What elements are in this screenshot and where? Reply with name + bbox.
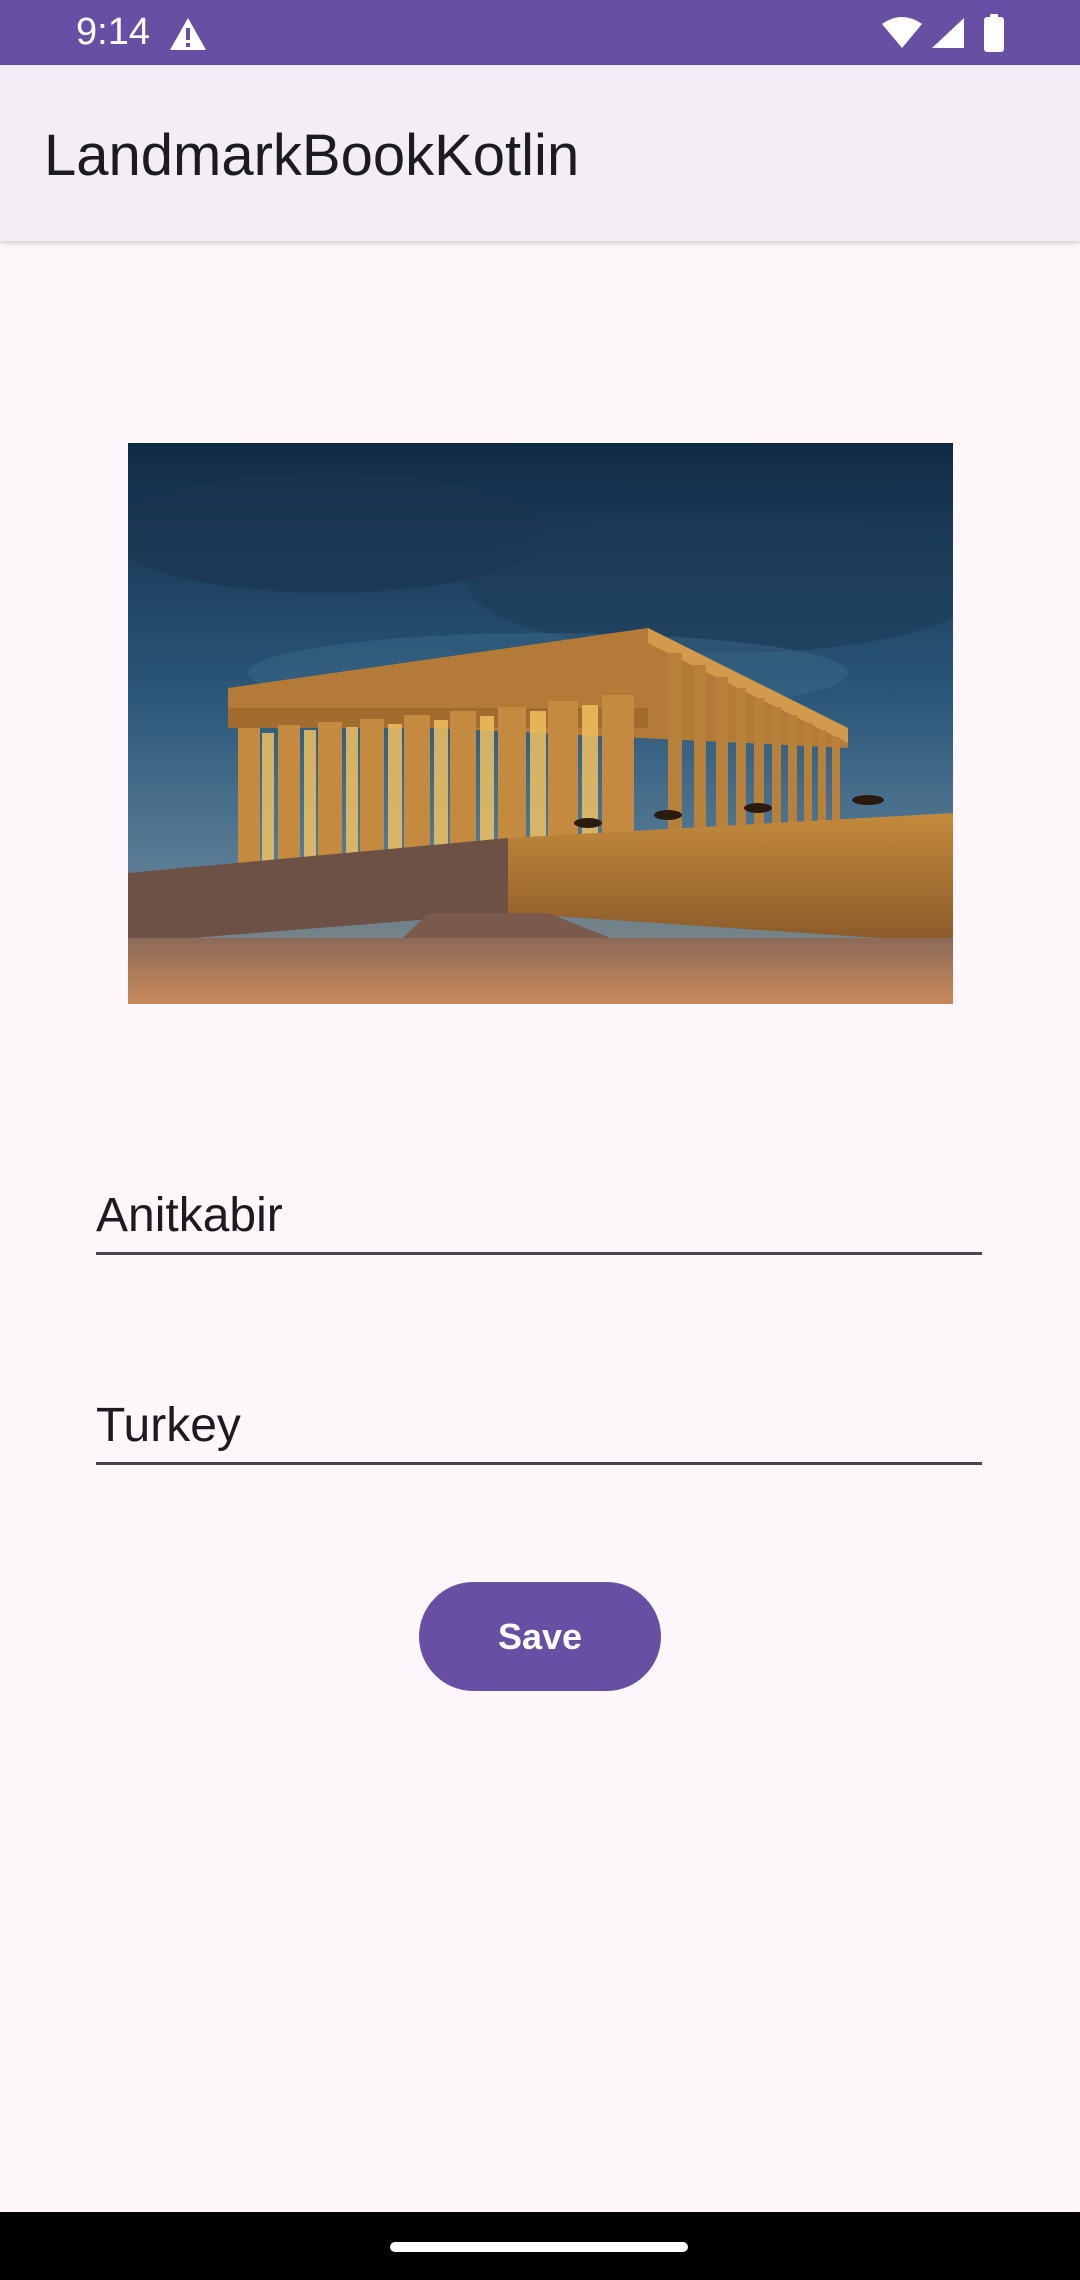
save-button[interactable]: Save: [419, 1582, 661, 1691]
status-bar: 9:14: [0, 0, 1080, 65]
country-field[interactable]: [96, 1390, 982, 1465]
country-input[interactable]: [96, 1390, 982, 1460]
name-field[interactable]: [96, 1180, 982, 1255]
navigation-bar: [0, 2212, 1080, 2280]
status-time: 9:14: [76, 11, 150, 53]
warning-icon: [170, 18, 206, 50]
wifi-icon: [882, 17, 922, 48]
app-bar: LandmarkBookKotlin: [0, 65, 1080, 241]
home-gesture-handle[interactable]: [390, 2242, 688, 2252]
landmark-image[interactable]: [128, 443, 953, 1004]
battery-icon: [984, 14, 1004, 52]
app-title: LandmarkBookKotlin: [44, 123, 580, 188]
name-input[interactable]: [96, 1180, 982, 1250]
signal-icon: [932, 18, 964, 48]
